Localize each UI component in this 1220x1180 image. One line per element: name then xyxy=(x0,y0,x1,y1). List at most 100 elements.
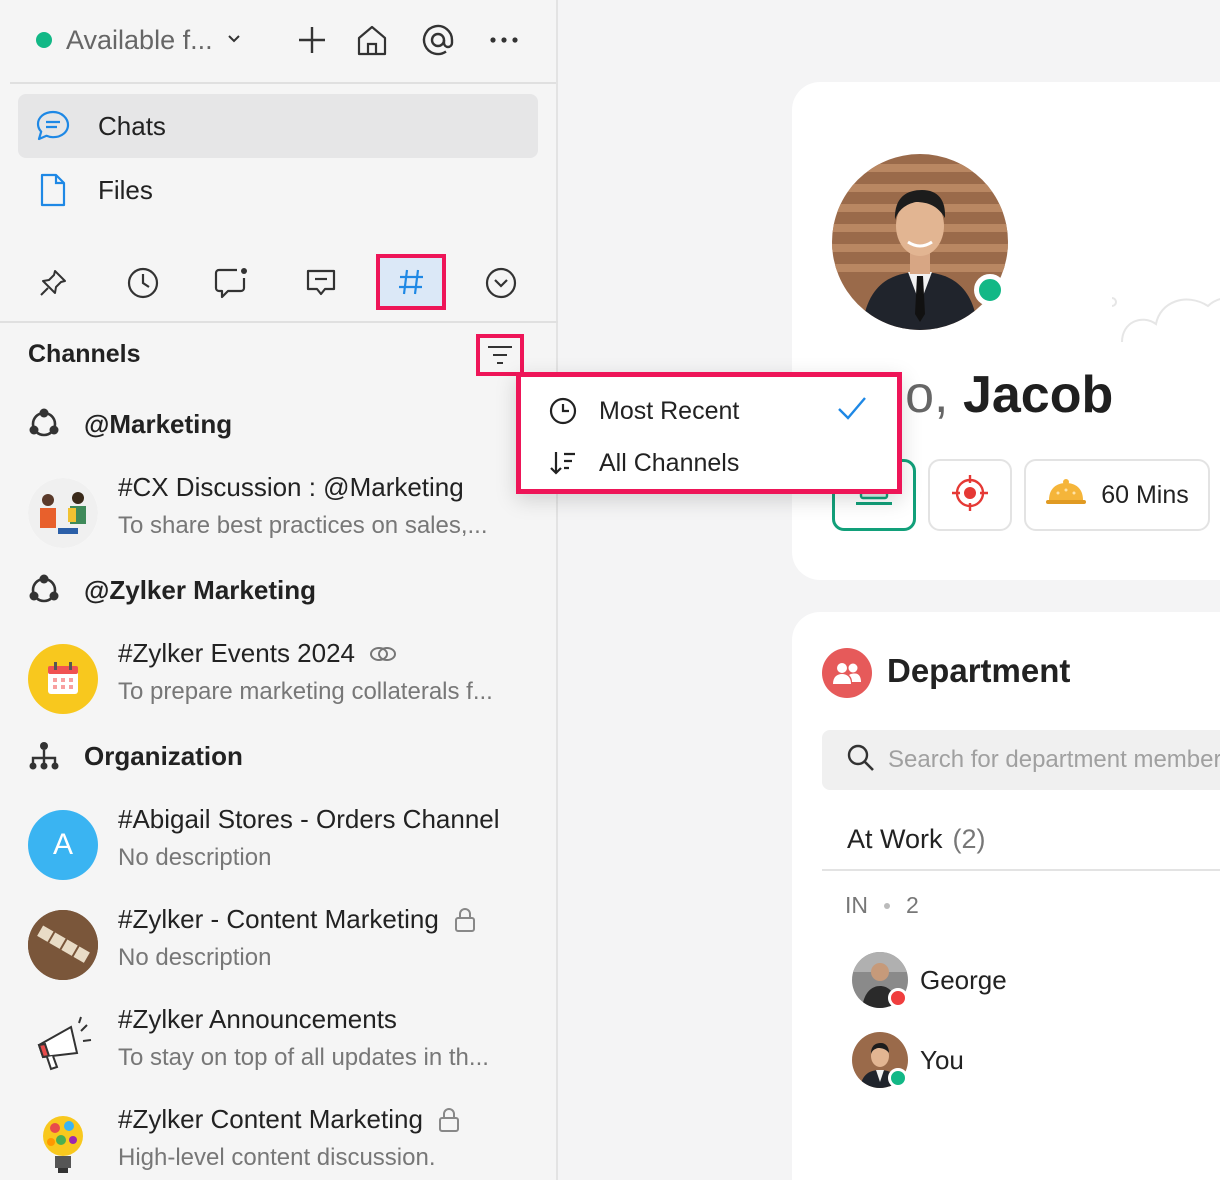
channel-avatar: A xyxy=(28,810,98,880)
link-icon xyxy=(369,643,397,665)
chat-bubble-icon[interactable] xyxy=(204,256,258,310)
greeting: llo, Jacob xyxy=(882,365,1113,425)
sort-dropdown: Most Recent All Channels xyxy=(516,372,902,494)
mention-icon[interactable] xyxy=(416,18,460,62)
channel-item[interactable]: #CX Discussion : @Marketing To share bes… xyxy=(28,472,548,556)
channel-description: To stay on top of all updates in th... xyxy=(118,1044,489,1071)
pin-icon[interactable] xyxy=(26,256,80,310)
at-work-count: (2) xyxy=(952,824,986,854)
divider xyxy=(822,869,1220,871)
channel-avatar xyxy=(28,478,98,548)
dropdown-item-most-recent[interactable]: Most Recent xyxy=(547,391,887,431)
channel-title: #Zylker Content Marketing xyxy=(118,1104,423,1134)
nav-item-files[interactable]: Files xyxy=(18,158,538,222)
online-status-dot xyxy=(974,274,1006,306)
break-time-label: 60 Mins xyxy=(1101,480,1189,509)
group-header-zylker-marketing[interactable]: @Zylker Marketing xyxy=(28,570,316,610)
avatar-letter: A xyxy=(52,828,73,861)
lock-icon xyxy=(437,1107,461,1133)
focus-target-button[interactable] xyxy=(928,459,1012,531)
channel-description: No description xyxy=(118,944,272,971)
sort-filter-button[interactable] xyxy=(476,334,524,376)
member-name: George xyxy=(920,964,1007,995)
group-header-organization[interactable]: Organization xyxy=(28,736,243,776)
sidebar: Available f... Chats Files Channels @Mar… xyxy=(0,0,558,1180)
home-icon[interactable] xyxy=(350,18,394,62)
clock-icon[interactable] xyxy=(116,256,170,310)
channel-title: #Zylker - Content Marketing xyxy=(118,904,439,934)
top-bar: Available f... xyxy=(0,0,558,82)
department-card: Department At Work (2) IN 2 George You xyxy=(792,612,1220,1180)
status-selector[interactable]: Available f... xyxy=(36,22,241,58)
checkmark-icon xyxy=(837,395,867,426)
user-name: Jacob xyxy=(962,366,1114,424)
channels-header: Channels xyxy=(28,340,141,368)
status-label: Available f... xyxy=(66,24,213,55)
divider xyxy=(0,321,558,323)
divider xyxy=(10,82,556,84)
group-label: Organization xyxy=(84,740,243,771)
group-label: @Zylker Marketing xyxy=(84,574,316,605)
team-icon xyxy=(28,408,60,440)
in-label: IN xyxy=(845,892,868,918)
hash-icon[interactable] xyxy=(376,254,446,310)
channel-avatar xyxy=(28,910,98,980)
in-count: 2 xyxy=(906,892,919,918)
search-input[interactable] xyxy=(888,746,1220,774)
group-header-marketing[interactable]: @Marketing xyxy=(28,404,232,444)
dropdown-label: Most Recent xyxy=(599,396,740,425)
at-work-label: At Work xyxy=(847,824,943,854)
channel-description: No description xyxy=(118,844,272,871)
dropdown-label: All Channels xyxy=(599,448,740,477)
calendar-icon xyxy=(28,644,98,714)
nav-label-chats: Chats xyxy=(98,110,166,141)
channel-item[interactable]: #Zylker Events 2024 To prepare marketing… xyxy=(28,638,548,722)
file-icon xyxy=(18,173,88,207)
channel-item[interactable]: #Zylker Content Marketing High-level con… xyxy=(28,1104,548,1180)
member-item[interactable]: You xyxy=(852,1032,964,1088)
sort-descending-icon xyxy=(547,447,579,479)
meal-cloche-icon xyxy=(1045,478,1087,513)
nav-item-chats[interactable]: Chats xyxy=(18,94,538,158)
lightbulb-icon xyxy=(28,1110,98,1180)
people-icon xyxy=(822,648,872,698)
chevron-circle-icon[interactable] xyxy=(474,256,528,310)
nav-label-files: Files xyxy=(98,174,153,205)
comment-icon[interactable] xyxy=(294,256,348,310)
channel-title-row: #Zylker Events 2024 xyxy=(118,638,397,669)
status-dot xyxy=(888,988,908,1008)
status-dot xyxy=(36,32,52,48)
channel-title-row: #Zylker Content Marketing xyxy=(118,1104,461,1135)
org-chart-icon xyxy=(28,740,60,772)
megaphone-icon xyxy=(28,1010,98,1080)
channel-description: To share best practices on sales,... xyxy=(118,512,488,539)
member-name: You xyxy=(920,1044,964,1075)
more-icon[interactable] xyxy=(482,18,526,62)
in-status-row: IN 2 xyxy=(845,892,919,919)
channel-title: #Zylker Events 2024 xyxy=(118,638,356,668)
lock-icon xyxy=(453,907,477,933)
channel-item[interactable]: A #Abigail Stores - Orders Channel No de… xyxy=(28,804,548,888)
add-icon[interactable] xyxy=(290,18,334,62)
chat-icon xyxy=(18,109,88,143)
channel-item[interactable]: #Zylker - Content Marketing No descripti… xyxy=(28,904,548,988)
group-label: @Marketing xyxy=(84,408,233,439)
separator-dot xyxy=(884,902,890,909)
channel-filter-tabs xyxy=(0,250,558,314)
channel-item[interactable]: #Zylker Announcements To stay on top of … xyxy=(28,1004,548,1088)
clock-icon xyxy=(547,395,579,427)
department-search[interactable] xyxy=(822,730,1220,790)
channel-description: To prepare marketing collaterals f... xyxy=(118,678,493,705)
chevron-down-icon xyxy=(227,31,241,49)
target-icon xyxy=(950,473,990,518)
member-item[interactable]: George xyxy=(852,952,1007,1008)
break-time-button[interactable]: 60 Mins xyxy=(1024,459,1210,531)
cloud-illustration xyxy=(1112,297,1220,343)
status-dot xyxy=(888,1068,908,1088)
dropdown-item-all-channels[interactable]: All Channels xyxy=(547,443,887,483)
team-icon xyxy=(28,574,60,606)
at-work-tab[interactable]: At Work (2) xyxy=(847,824,986,855)
channel-title: #Zylker Announcements xyxy=(118,1004,397,1034)
channel-title: #Abigail Stores - Orders Channel xyxy=(118,804,500,834)
channel-title: #CX Discussion : @Marketing xyxy=(118,472,464,502)
